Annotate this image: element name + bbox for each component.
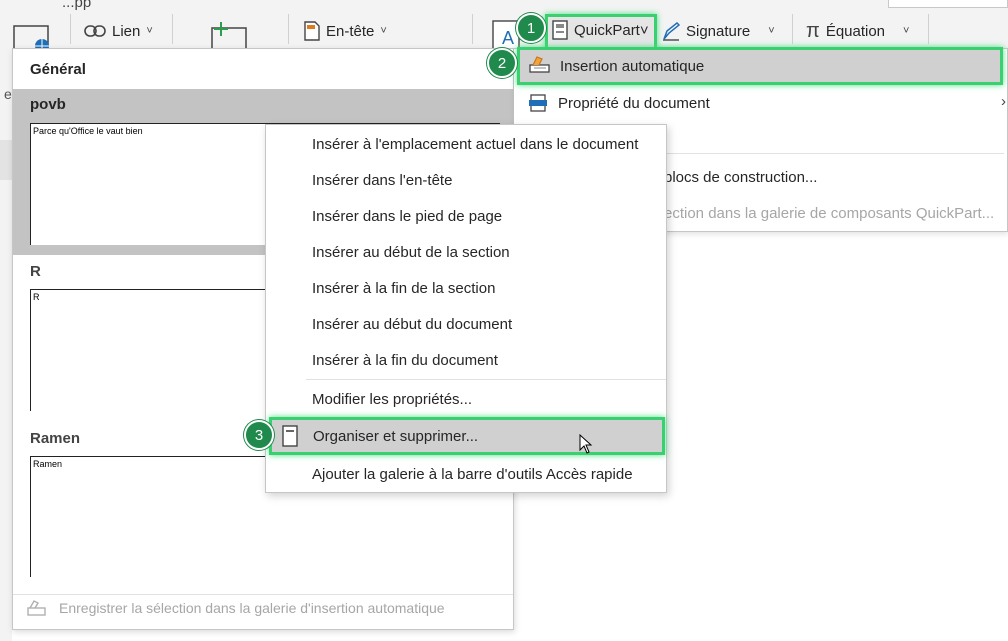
ctx-item-label: Insérer dans l'en-tête <box>312 171 453 189</box>
chevron-down-icon: ˅ <box>380 25 387 37</box>
quickpart-label: QuickPart <box>574 21 640 39</box>
signature-label: Signature <box>686 22 751 40</box>
ctx-organize-and-delete[interactable]: Organiser et supprimer... <box>269 417 665 455</box>
gallery-item-name: Ramen <box>30 430 81 447</box>
ctx-insert-document-start[interactable]: Insérer au début du document <box>266 306 666 342</box>
signature-button[interactable]: Signature ˅ <box>662 18 775 44</box>
header-icon <box>304 21 320 41</box>
left-background-shade <box>0 140 12 180</box>
ribbon-separator <box>928 14 929 44</box>
quickpart-button[interactable]: QuickPart ˅ <box>545 14 657 50</box>
ctx-insert-header[interactable]: Insérer dans l'en-tête <box>266 162 666 198</box>
autotext-icon <box>529 56 550 73</box>
ctx-item-label: Insérer à la fin de la section <box>312 279 496 297</box>
step-badge-3: 3 <box>244 420 274 450</box>
ctx-insert-footer[interactable]: Insérer dans le pied de page <box>266 198 666 234</box>
menu-item-label: blocs de construction... <box>664 168 818 186</box>
ctx-item-label: Insérer au début du document <box>312 315 513 333</box>
ctx-edit-properties[interactable]: Modifier les propriétés... <box>266 381 666 417</box>
ctx-item-label: Insérer au début de la section <box>312 243 510 261</box>
ribbon-separator <box>792 14 793 44</box>
gallery-item-name: R <box>30 263 41 280</box>
pi-icon: π <box>806 19 820 42</box>
gallery-preview-text: Ramen <box>33 459 63 469</box>
chevron-down-icon: ˅ <box>768 25 775 37</box>
entete-label: En-tête <box>326 22 375 40</box>
save-selection-to-gallery-button[interactable]: Enregistrer la sélection dans la galerie… <box>27 600 445 616</box>
ribbon-top-fragment: ...pp <box>62 0 92 11</box>
gallery-header: Général <box>30 61 86 78</box>
gallery-preview-text: Parce qu'Office le vaut bien <box>33 126 143 136</box>
menu-item-label: Propriété du document <box>558 94 710 112</box>
lien-label: Lien <box>112 22 141 40</box>
menu-item-document-property[interactable]: Propriété du document › <box>514 85 1008 121</box>
document-property-icon <box>529 94 547 112</box>
chevron-right-icon: › <box>1001 93 1006 110</box>
ctx-insert-section-start[interactable]: Insérer au début de la section <box>266 234 666 270</box>
ctx-item-label: Organiser et supprimer... <box>313 427 479 445</box>
gallery-item-name: povb <box>30 96 66 113</box>
lien-button[interactable]: Lien ˅ <box>84 18 153 44</box>
link-icon <box>84 25 106 37</box>
menu-item-label: Insertion automatique <box>560 57 705 75</box>
ctx-item-label: Insérer dans le pied de page <box>312 207 503 225</box>
chevron-down-icon: ˅ <box>903 25 910 37</box>
step-badge-1: 1 <box>516 13 546 43</box>
ctx-insert-document-end[interactable]: Insérer à la fin du document <box>266 342 666 378</box>
ctx-insert-section-end[interactable]: Insérer à la fin de la section <box>266 270 666 306</box>
menu-item-label: ection dans la galerie de composants Qui… <box>664 204 995 222</box>
autotext-context-menu: Insérer à l'emplacement actuel dans le d… <box>265 124 667 493</box>
ribbon-separator <box>172 14 173 44</box>
save-selection-icon <box>27 600 46 616</box>
left-background <box>0 50 12 641</box>
ribbon-top-strip <box>0 0 1008 8</box>
chevron-down-icon: ˅ <box>639 21 649 39</box>
signature-icon <box>663 21 680 41</box>
ctx-item-label: Insérer à l'emplacement actuel dans le d… <box>312 135 639 153</box>
left-letter: e <box>4 86 12 102</box>
organize-icon <box>282 425 298 447</box>
menu-separator <box>306 379 666 380</box>
ribbon-top-box[interactable] <box>888 0 1008 8</box>
quickpart-icon <box>552 20 568 40</box>
ribbon-separator <box>472 14 473 44</box>
gallery-preview-text: R <box>33 292 40 302</box>
save-selection-label: Enregistrer la sélection dans la galerie… <box>59 600 445 616</box>
chevron-down-icon: ˅ <box>146 25 153 37</box>
ribbon-separator <box>70 14 71 44</box>
equation-label: Équation <box>825 22 886 40</box>
mouse-cursor-icon <box>579 434 593 454</box>
ctx-item-label: Insérer à la fin du document <box>312 351 498 369</box>
ribbon: ...pp Lien ˅ En-tête ˅ A QuickPart ˅ Sig… <box>0 0 1008 53</box>
ctx-item-label: Modifier les propriétés... <box>312 390 473 408</box>
step-badge-2: 2 <box>487 48 517 78</box>
gallery-footer-separator <box>13 594 513 595</box>
menu-item-insertion-automatique[interactable]: Insertion automatique <box>517 47 1003 85</box>
equation-button[interactable]: π Équation ˅ <box>806 18 909 44</box>
ctx-insert-current-position[interactable]: Insérer à l'emplacement actuel dans le d… <box>266 126 666 162</box>
svg-text:A: A <box>502 28 514 48</box>
ctx-item-label: Ajouter la galerie à la barre d'outils A… <box>312 465 633 483</box>
entete-button[interactable]: En-tête ˅ <box>304 18 387 44</box>
ribbon-separator <box>288 14 289 44</box>
ctx-add-to-quick-access[interactable]: Ajouter la galerie à la barre d'outils A… <box>266 456 666 492</box>
